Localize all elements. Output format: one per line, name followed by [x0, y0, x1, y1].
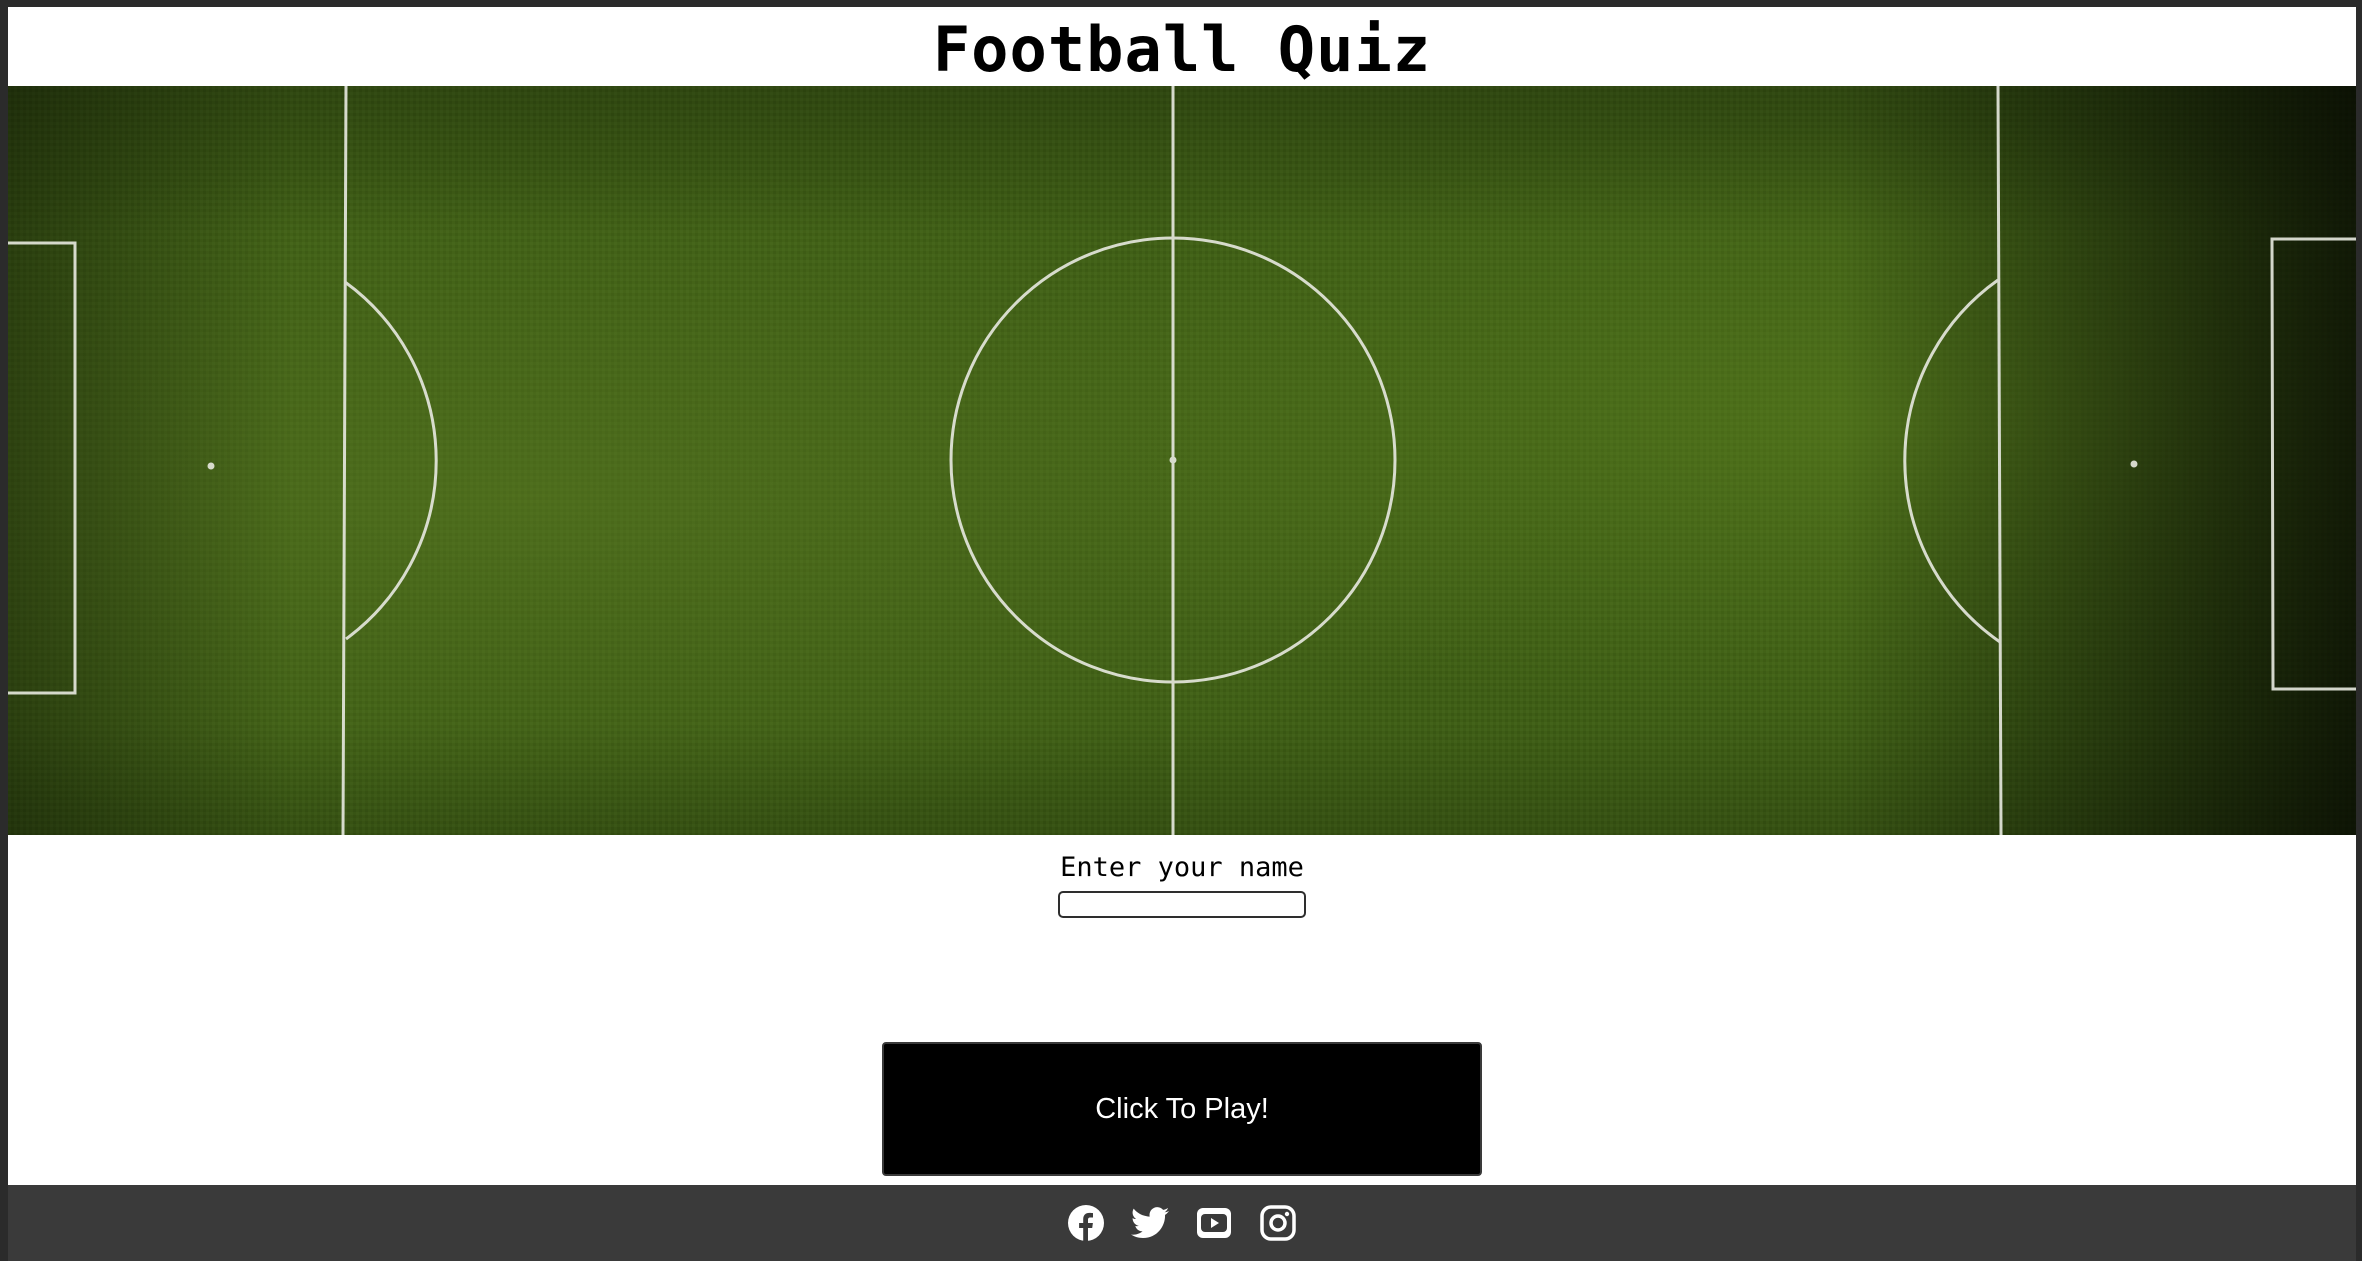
name-input[interactable] [1058, 891, 1306, 918]
youtube-icon[interactable] [1195, 1204, 1233, 1242]
football-pitch-image [8, 86, 2356, 835]
name-form: Enter your name Click To Play! [8, 835, 2356, 1190]
page-title: Football Quiz [932, 12, 1432, 86]
name-label: Enter your name [1060, 852, 1304, 883]
hero-image [8, 86, 2356, 835]
twitter-icon[interactable] [1131, 1204, 1169, 1242]
play-button[interactable]: Click To Play! [882, 1042, 1482, 1176]
facebook-icon[interactable] [1067, 1204, 1105, 1242]
page: Football Quiz Enter your name Click To P… [8, 7, 2356, 1261]
site-header: Football Quiz [8, 7, 2356, 86]
instagram-icon[interactable] [1259, 1204, 1297, 1242]
footer [8, 1185, 2356, 1261]
